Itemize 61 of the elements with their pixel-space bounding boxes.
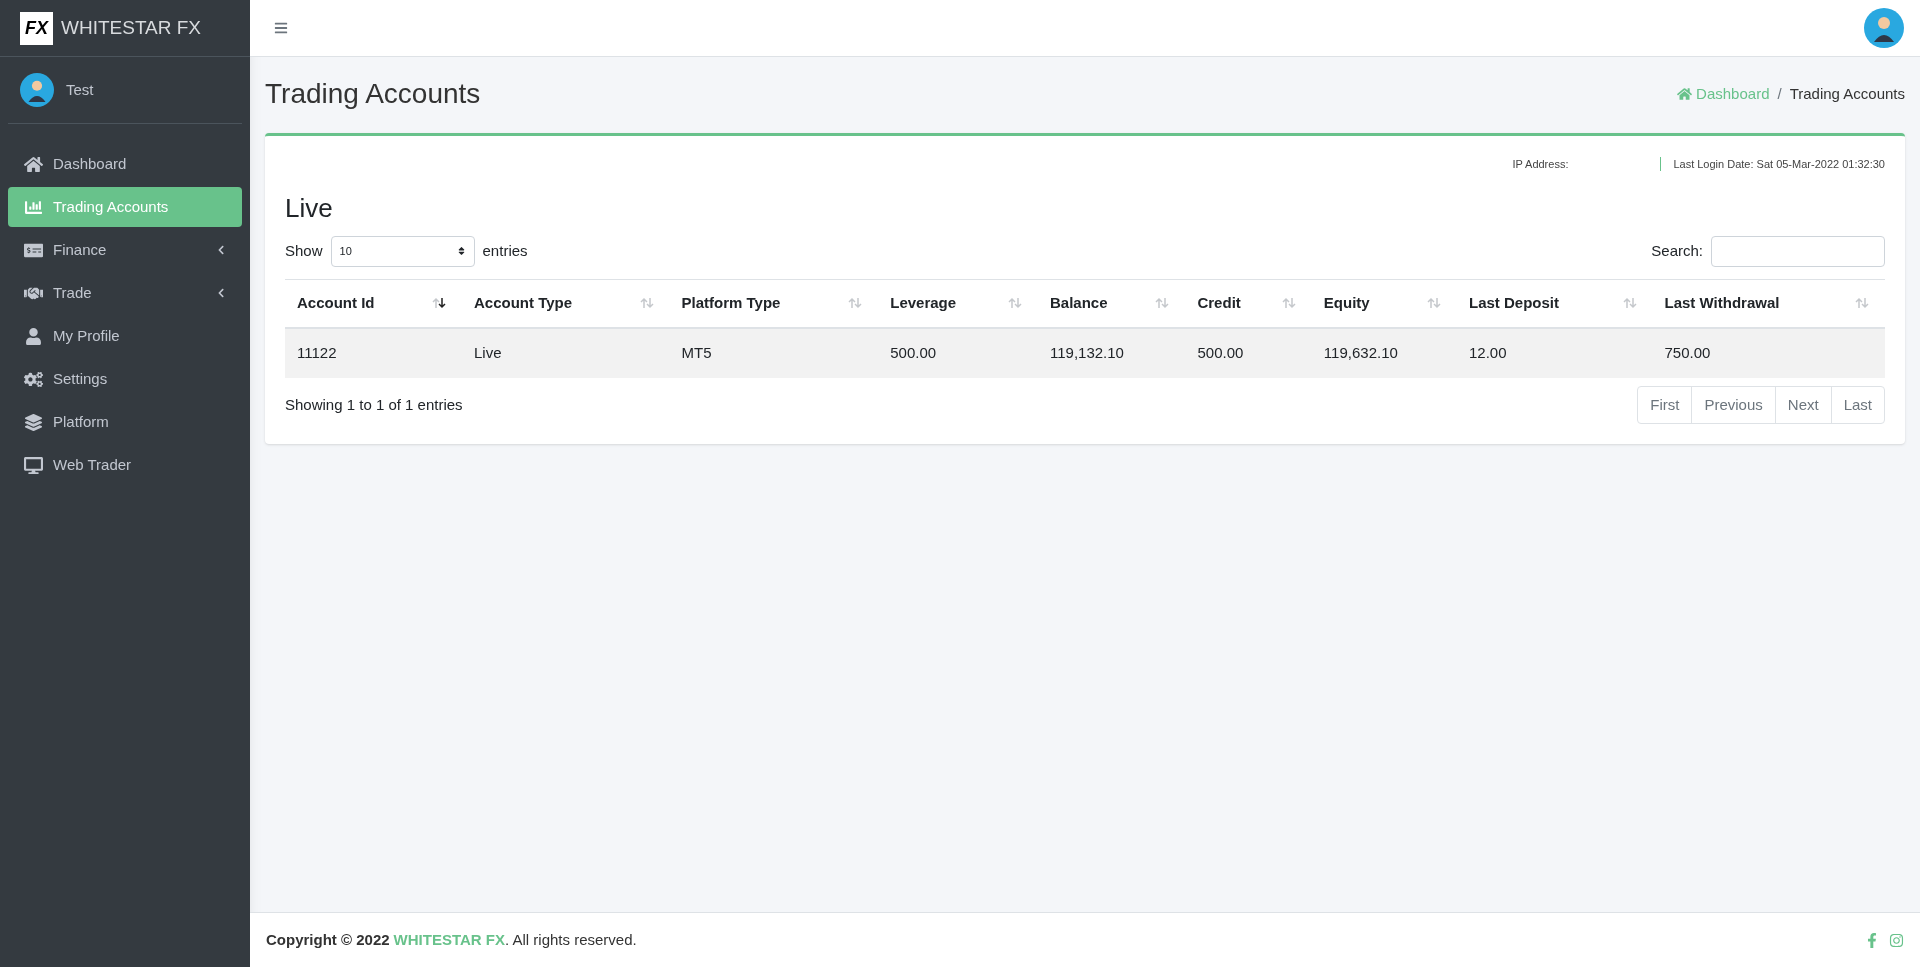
section-heading: Live: [285, 191, 334, 225]
column-header[interactable]: Account Type: [462, 279, 670, 328]
last-login-date: Last Login Date: Sat 05-Mar-2022 01:32:30: [1673, 157, 1885, 172]
show-label: Show: [285, 240, 323, 261]
table-cell: 500.00: [878, 328, 1038, 378]
nav-item[interactable]: Finance: [8, 230, 242, 270]
page-size-select[interactable]: 10: [330, 235, 475, 267]
user-avatar: [20, 73, 54, 107]
table-info: Showing 1 to 1 of 1 entries: [285, 394, 463, 415]
user-avatar: [1864, 8, 1904, 48]
column-header[interactable]: Platform Type: [669, 279, 879, 328]
nav-item[interactable]: My Profile: [8, 316, 242, 356]
menu-icon[interactable]: [274, 21, 288, 35]
page-title: Trading Accounts: [265, 77, 481, 111]
rights-text: . All rights reserved.: [505, 929, 637, 950]
table-cell: Live: [462, 328, 670, 378]
table-cell: 11122: [285, 328, 462, 378]
user-icon: [24, 327, 43, 345]
pagination-button[interactable]: First: [1637, 386, 1693, 424]
column-header[interactable]: Last Deposit: [1456, 279, 1653, 328]
pagination-button[interactable]: Next: [1774, 386, 1832, 424]
table-cell: 119,132.10: [1038, 328, 1186, 378]
monitor-icon: [24, 456, 43, 474]
ip-address-label: IP Address:: [1512, 157, 1570, 172]
breadcrumb-current: Trading Accounts: [1789, 83, 1905, 104]
facebook-icon[interactable]: [1867, 932, 1877, 948]
logo[interactable]: FX: [20, 11, 53, 45]
breadcrumb-separator: /: [1777, 83, 1782, 104]
table-cell: 12.00: [1456, 328, 1653, 378]
column-header[interactable]: Leverage: [878, 279, 1038, 328]
table-cell: 750.00: [1652, 328, 1885, 378]
nav-item[interactable]: Platform: [8, 402, 242, 442]
home-icon: [1677, 87, 1693, 101]
pagination-button[interactable]: Last: [1830, 386, 1885, 424]
home-icon: [24, 155, 43, 173]
search-label: Search:: [1651, 240, 1703, 261]
column-header[interactable]: Account Id: [285, 279, 462, 328]
user-name[interactable]: Test: [66, 78, 94, 102]
bar-chart-icon: [24, 198, 43, 216]
gears-icon: [24, 370, 43, 388]
brand-name[interactable]: WHITESTAR FX: [61, 13, 202, 43]
nav-item[interactable]: Web Trader: [8, 445, 242, 485]
sort-icon[interactable]: [432, 297, 446, 310]
check-icon: [24, 241, 43, 259]
table-cell: MT5: [669, 328, 879, 378]
column-header[interactable]: Balance: [1038, 279, 1186, 328]
column-header[interactable]: Equity: [1311, 279, 1457, 328]
nav-item[interactable]: Settings: [8, 359, 242, 399]
copyright-text: Copyright © 2022: [266, 929, 390, 950]
table-cell: 500.00: [1185, 328, 1312, 378]
instagram-icon[interactable]: [1889, 932, 1904, 948]
pagination-button[interactable]: Previous: [1691, 386, 1776, 424]
layers-icon: [24, 413, 43, 431]
entries-label: entries: [482, 240, 528, 261]
column-header[interactable]: Last Withdrawal: [1652, 279, 1885, 328]
table-cell: 119,632.10: [1311, 328, 1457, 378]
search-field[interactable]: [1711, 235, 1885, 267]
nav-item[interactable]: Dashboard: [8, 144, 242, 184]
column-header[interactable]: Credit: [1185, 279, 1312, 328]
select-arrows-icon: [456, 246, 466, 256]
nav-item[interactable]: Trade: [8, 273, 242, 313]
